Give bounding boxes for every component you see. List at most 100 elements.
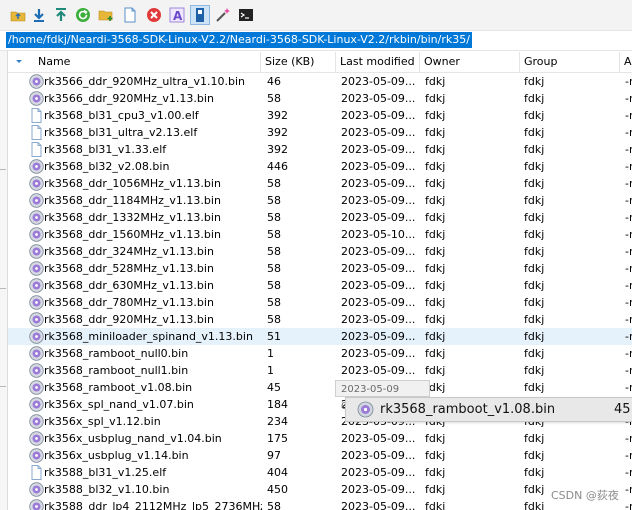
file-group: fdkj (524, 75, 545, 88)
file-row[interactable]: rk3566_ddr_920MHz_v1.13.bin 58 2023-05-09.… (8, 90, 632, 107)
upload-icon[interactable] (52, 6, 70, 24)
disc-file-icon (29, 295, 44, 310)
file-modified: 2023-05-09... (341, 126, 416, 139)
file-size: 450 (267, 483, 288, 496)
file-attributes: -r (625, 245, 632, 258)
file-row[interactable]: rk3568_bl31_cpu3_v1.00.elf 392 2023-05-09.… (8, 107, 632, 124)
file-attributes: -r (625, 364, 632, 377)
file-name: rk3568_ddr_1560MHz_v1.13.bin (44, 228, 221, 241)
file-row[interactable]: rk3588_bl32_v1.10.bin 450 2023-05-09... fdk… (8, 481, 632, 498)
file-row[interactable]: rk3568_ddr_630MHz_v1.13.bin 58 2023-05-09.… (8, 277, 632, 294)
file-modified: 2023-05-09... (341, 245, 416, 258)
file-row[interactable]: rk3568_ddr_1332MHz_v1.13.bin 58 2023-05-09… (8, 209, 632, 226)
file-size: 184 (267, 398, 288, 411)
file-size: 58 (267, 228, 281, 241)
file-name: rk3568_ddr_324MHz_v1.13.bin (44, 245, 214, 258)
path-bar[interactable]: /home/fdkj/Neardi-3568-SDK-Linux-V2.2/Ne… (0, 30, 632, 51)
file-row[interactable]: rk3568_ramboot_null0.bin 1 2023-05-09... fd… (8, 345, 632, 362)
file-row[interactable]: rk356x_usbplug_v1.14.bin 97 2023-05-09... f… (8, 447, 632, 464)
file-row[interactable]: rk3568_ddr_780MHz_v1.13.bin 58 2023-05-09.… (8, 294, 632, 311)
drag-preview: rk3568_ramboot_v1.08.bin 45 (345, 397, 632, 422)
file-size: 58 (267, 194, 281, 207)
back-icon[interactable] (9, 6, 27, 24)
file-group: fdkj (524, 194, 545, 207)
file-size: 46 (267, 75, 281, 88)
disc-file-icon (29, 499, 44, 510)
file-owner: fdkj (425, 126, 446, 139)
file-modified: 2023-05-09... (341, 466, 416, 479)
delete-icon[interactable] (145, 6, 163, 24)
wand-icon[interactable] (214, 6, 232, 24)
file-owner: fdkj (425, 449, 446, 462)
file-attributes: -r (625, 177, 632, 190)
sort-chevron-icon[interactable] (14, 53, 24, 71)
file-group: fdkj (524, 143, 545, 156)
file-name: rk3588_bl32_v1.10.bin (44, 483, 170, 496)
file-row[interactable]: rk3566_ddr_920MHz_ultra_v1.10.bin 46 2023-… (8, 73, 632, 90)
file-row[interactable]: rk3568_bl31_ultra_v2.13.elf 392 2023-05-09… (8, 124, 632, 141)
drag-preview-size: 45 (614, 402, 631, 417)
file-modified: 2023-05-09... (341, 364, 416, 377)
file-name: rk3568_miniloader_spinand_v1.13.bin (44, 330, 253, 343)
file-owner: fdkj (425, 160, 446, 173)
file-row[interactable]: rk3568_ddr_920MHz_v1.13.bin 58 2023-05-09.… (8, 311, 632, 328)
file-row[interactable]: rk3568_ddr_1056MHz_v1.13.bin 58 2023-05-09… (8, 175, 632, 192)
file-row[interactable]: rk3588_bl31_v1.25.elf 404 2023-05-09... fdk… (8, 464, 632, 481)
document-icon (29, 108, 44, 123)
file-owner: fdkj (425, 245, 446, 258)
column-last-modified[interactable]: Last modified (340, 52, 415, 72)
file-owner: fdkj (425, 466, 446, 479)
disc-file-icon (29, 210, 44, 225)
new-file-icon[interactable] (121, 6, 139, 24)
file-name: rk3568_bl32_v2.08.bin (44, 160, 170, 173)
file-row[interactable]: rk356x_usbplug_nand_v1.04.bin 175 2023-05-… (8, 430, 632, 447)
file-row[interactable]: rk3568_ramboot_v1.08.bin452023-05-09...f… (8, 379, 632, 396)
file-attributes: -r (625, 449, 632, 462)
file-row[interactable]: rk3568_ramboot_null1.bin 1 2023-05-09... fd… (8, 362, 632, 379)
file-attributes: -r (625, 75, 632, 88)
file-row[interactable]: rk3568_ddr_1184MHz_v1.13.bin 58 2023-05-09… (8, 192, 632, 209)
disc-file-icon (29, 346, 44, 361)
file-owner: fdkj (425, 364, 446, 377)
download-icon[interactable] (30, 6, 48, 24)
file-owner: fdkj (425, 296, 446, 309)
column-name[interactable]: Name (38, 52, 70, 72)
disc-file-icon (29, 176, 44, 191)
disc-file-icon (29, 227, 44, 242)
file-row[interactable]: rk3568_ddr_324MHz_v1.13.bin 58 2023-05-09.… (8, 243, 632, 260)
file-attributes: -r (625, 228, 632, 241)
file-row[interactable]: rk3568_bl32_v2.08.bin 446 2023-05-09... fdk… (8, 158, 632, 175)
file-modified: 2023-05-09... (341, 194, 416, 207)
svg-text:A: A (173, 9, 183, 23)
file-modified: 2023-05-09... (341, 296, 416, 309)
file-row[interactable]: rk3568_ddr_1560MHz_v1.13.bin 58 2023-05-10… (8, 226, 632, 243)
refresh-icon[interactable] (74, 6, 92, 24)
file-group: fdkj (524, 296, 545, 309)
column-attributes[interactable]: A (624, 52, 632, 72)
properties-icon[interactable]: A (168, 6, 186, 24)
file-group: fdkj (524, 432, 545, 445)
bookmark-icon[interactable] (190, 5, 210, 25)
left-pane-splitter[interactable] (0, 51, 8, 510)
column-group[interactable]: Group (524, 52, 558, 72)
column-owner[interactable]: Owner (424, 52, 460, 72)
new-folder-icon[interactable] (97, 6, 115, 24)
file-size: 446 (267, 160, 288, 173)
path-input[interactable]: /home/fdkj/Neardi-3568-SDK-Linux-V2.2/Ne… (6, 32, 472, 48)
file-owner: fdkj (425, 194, 446, 207)
file-size: 51 (267, 330, 281, 343)
file-row[interactable]: rk3568_ddr_528MHz_v1.13.bin 58 2023-05-09.… (8, 260, 632, 277)
disc-file-icon (29, 363, 44, 378)
file-row[interactable]: rk3588_ddr_lp4_2112MHz_lp5_2736MHz 58 2023… (8, 498, 632, 510)
file-row[interactable]: rk3568_bl31_v1.33.elf 392 2023-05-09... fdk… (8, 141, 632, 158)
file-size: 58 (267, 279, 281, 292)
file-owner: fdkj (425, 75, 446, 88)
file-size: 175 (267, 432, 288, 445)
file-row[interactable]: rk3568_miniloader_spinand_v1.13.bin 51 202… (8, 328, 632, 345)
disc-file-icon (29, 278, 44, 293)
column-size[interactable]: Size (KB) (265, 52, 314, 72)
file-modified: 2023-05-09... (341, 330, 416, 343)
file-attributes: -r (625, 126, 632, 139)
terminal-icon[interactable] (237, 6, 255, 24)
file-attributes: -r (625, 160, 632, 173)
